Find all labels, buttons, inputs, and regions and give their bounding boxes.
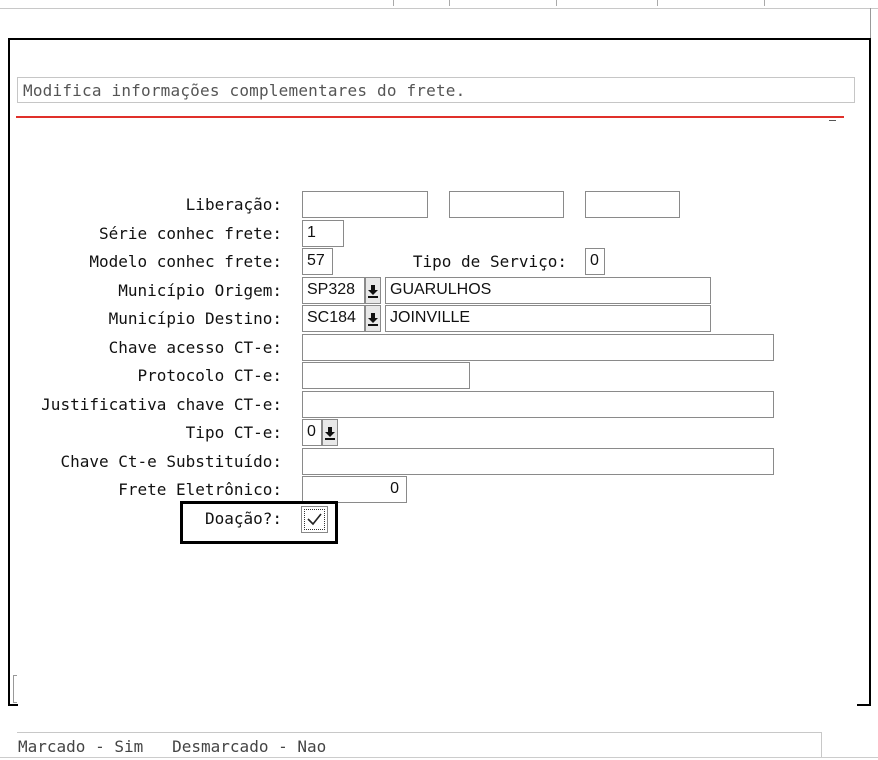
chave-substituido-label: Chave Ct-e Substituído: xyxy=(60,452,282,471)
municipio-destino-name[interactable]: JOINVILLE xyxy=(385,305,711,332)
municipio-origem-name[interactable]: GUARULHOS xyxy=(385,277,711,304)
tipo-servico-label: Tipo de Serviço: xyxy=(412,252,567,271)
justificativa-label: Justificativa chave CT-e: xyxy=(41,395,282,414)
protocolo-label: Protocolo CT-e: xyxy=(137,366,283,385)
municipio-destino-label: Município Destino: xyxy=(108,309,282,328)
municipio-origem-code[interactable]: SP328 xyxy=(302,277,365,304)
chave-acesso-label: Chave acesso CT-e: xyxy=(108,338,282,357)
window-edge xyxy=(870,8,871,38)
frame-corner-right xyxy=(857,704,869,706)
header-separator xyxy=(16,116,844,118)
liberacao-field-2[interactable] xyxy=(449,191,564,218)
tipo-cte-field[interactable]: 0 xyxy=(302,419,322,446)
arrow-down-icon xyxy=(368,284,378,298)
tipo-servico-field[interactable]: 0 xyxy=(585,248,605,275)
chave-acesso-field[interactable] xyxy=(302,334,774,361)
screen-description: Modifica informações complementares do f… xyxy=(17,77,855,103)
serie-field[interactable]: 1 xyxy=(302,220,344,247)
municipio-destino-code[interactable]: SC184 xyxy=(302,305,365,332)
check-icon xyxy=(307,513,322,526)
municipio-destino-lookup-button[interactable] xyxy=(365,305,381,332)
modelo-label: Modelo conhec frete: xyxy=(89,252,282,271)
liberacao-field-3[interactable] xyxy=(585,191,680,218)
arrow-down-icon xyxy=(368,312,378,326)
doacao-label: Doação?: xyxy=(204,509,282,528)
scroll-indicator xyxy=(13,675,17,703)
tipo-cte-label: Tipo CT-e: xyxy=(185,423,282,442)
bottom-divider xyxy=(0,757,878,758)
separator-mark xyxy=(829,120,836,121)
justificativa-field[interactable] xyxy=(302,391,774,418)
frame-corner-left xyxy=(8,704,18,706)
municipio-origem-label: Município Origem: xyxy=(118,281,282,300)
arrow-down-icon xyxy=(325,426,335,440)
frete-eletronico-label: Frete Eletrônico: xyxy=(118,480,282,499)
protocolo-field[interactable] xyxy=(302,362,470,389)
modelo-field[interactable]: 57 xyxy=(302,248,333,275)
serie-label: Série conhec frete: xyxy=(98,224,282,243)
tipo-cte-lookup-button[interactable] xyxy=(322,419,338,446)
liberacao-label: Liberação: xyxy=(185,195,282,214)
liberacao-field-1[interactable] xyxy=(302,191,428,218)
top-window-strip xyxy=(0,0,878,9)
frete-eletronico-field[interactable]: 0 xyxy=(302,476,407,503)
doacao-checkbox[interactable] xyxy=(301,506,328,533)
status-bar-text: Marcado - Sim Desmarcado - Nao xyxy=(18,737,327,756)
chave-substituido-field[interactable] xyxy=(302,448,774,475)
municipio-origem-lookup-button[interactable] xyxy=(365,277,381,304)
